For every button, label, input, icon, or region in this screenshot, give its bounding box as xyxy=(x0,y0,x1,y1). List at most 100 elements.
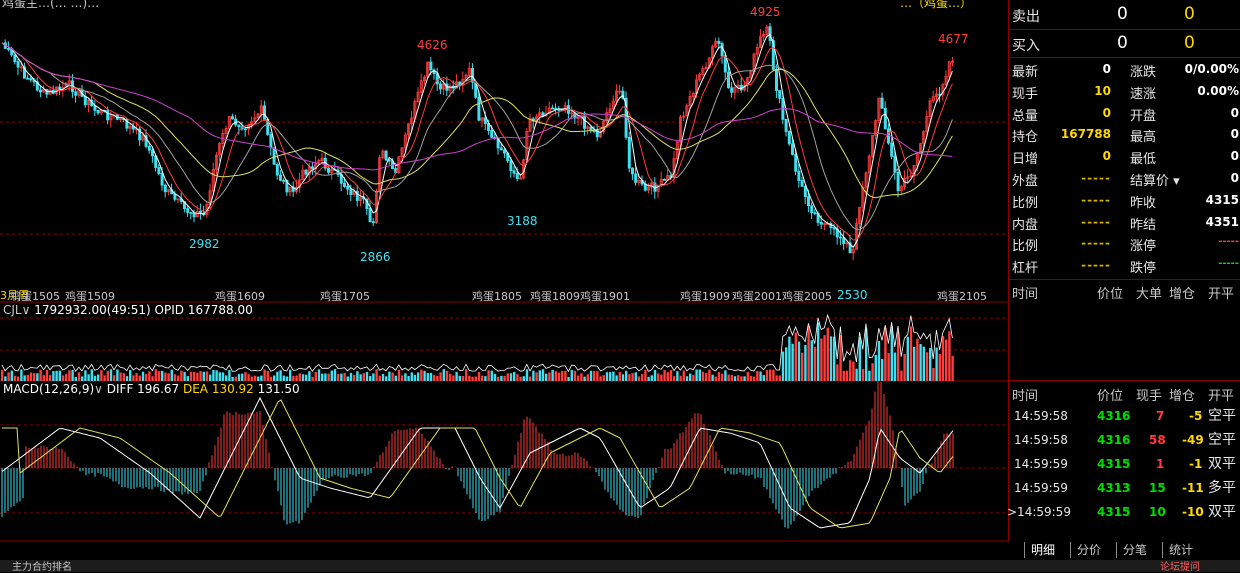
volume-bar xyxy=(404,373,407,381)
volume-bar xyxy=(641,374,644,381)
volume-bar xyxy=(330,370,333,381)
volume-bar xyxy=(125,376,129,381)
kline-canvas[interactable] xyxy=(0,0,1008,542)
volume-bar xyxy=(877,340,881,381)
volume-bar xyxy=(340,373,343,381)
column-header: 增仓 xyxy=(1169,287,1196,302)
trade-row[interactable]: 14:59:58 4316 58 -49 空平 xyxy=(1009,429,1240,451)
volume-bar xyxy=(337,373,340,381)
quote-value: 0 xyxy=(1102,62,1111,76)
volume-bar xyxy=(602,375,605,381)
volume-bar xyxy=(401,375,404,381)
volume-bar xyxy=(493,373,497,381)
volume-bar xyxy=(503,375,506,381)
tab-0[interactable]: 明细 xyxy=(1024,542,1061,558)
candle-body xyxy=(509,160,513,172)
candle-body xyxy=(198,210,202,214)
volume-bar xyxy=(532,370,535,381)
volume-bar xyxy=(647,376,650,381)
rank-link[interactable]: 主力合约排名 xyxy=(12,558,72,573)
volume-bar xyxy=(903,353,906,381)
volume-bar xyxy=(97,374,100,381)
volume-bar xyxy=(676,371,679,381)
volume-bar xyxy=(852,361,855,381)
volume-bar xyxy=(442,369,445,381)
volume-bar xyxy=(317,369,321,381)
tab-1[interactable]: 分价 xyxy=(1070,542,1107,558)
volume-bar xyxy=(285,376,289,381)
quote-label: 总量 xyxy=(1012,108,1039,124)
volume-bar xyxy=(164,372,167,381)
volume-bar xyxy=(669,370,673,381)
volume-bar xyxy=(596,371,599,381)
quote-value: ----- xyxy=(1081,214,1111,229)
volume-bar xyxy=(506,373,509,381)
trade-row[interactable]: 14:59:58 4316 7 -5 空平 xyxy=(1009,405,1240,427)
tab-2[interactable]: 分笔 xyxy=(1116,542,1153,558)
volume-bar xyxy=(324,373,327,381)
candle-body xyxy=(13,54,17,63)
quote-label: 跌停 xyxy=(1130,261,1157,277)
column-header: 时间 xyxy=(1012,389,1039,404)
volume-bar xyxy=(465,369,468,381)
volume-bar xyxy=(356,371,359,381)
quote-label: 持仓 xyxy=(1012,130,1039,146)
volume-bar xyxy=(497,376,500,381)
volume-bar xyxy=(650,375,653,381)
candle-body xyxy=(163,184,167,193)
quote-label[interactable]: 结算价 ▾ xyxy=(1130,170,1180,189)
candle-body xyxy=(7,48,11,50)
volume-indicator[interactable]: CJL xyxy=(3,303,22,317)
volume-bar xyxy=(737,375,740,381)
volume-bar xyxy=(545,373,548,381)
volume-bar xyxy=(685,376,689,381)
quote-label: 日增 xyxy=(1012,152,1039,168)
trade-row[interactable]: 14:59:59 4315 1 -1 双平 xyxy=(1009,453,1240,475)
volume-bar xyxy=(135,373,138,381)
tab-3[interactable]: 统计 xyxy=(1162,542,1199,558)
contract-label: 鸡蛋1509 xyxy=(65,290,115,303)
trade-type: 空平 xyxy=(1208,408,1236,424)
volume-bar xyxy=(145,374,148,381)
trade-volume: 7 xyxy=(1156,409,1165,423)
volume-bar xyxy=(177,375,180,381)
macd-indicator[interactable]: MACD(12,26,9) xyxy=(3,382,94,396)
volume-bar xyxy=(87,374,90,381)
trade-change: -49 xyxy=(1182,433,1204,447)
volume-bar xyxy=(429,372,433,381)
moving-average-line xyxy=(1,42,953,171)
candle-body xyxy=(794,154,798,172)
chevron-down-icon[interactable]: ∨ xyxy=(22,303,31,317)
quote-value: ----- xyxy=(1081,236,1111,251)
trade-row[interactable]: 14:59:59 4313 15 -11 多平 xyxy=(1009,477,1240,499)
candle-body xyxy=(490,130,494,138)
volume-bar xyxy=(273,375,276,381)
column-header: 大单 xyxy=(1136,287,1163,302)
chevron-down-icon[interactable]: ∨ xyxy=(94,382,103,396)
volume-bar xyxy=(93,375,97,381)
candle-body xyxy=(438,83,442,90)
buy-volume: 0 xyxy=(1184,33,1195,53)
volume-bar xyxy=(218,372,221,381)
volume-line xyxy=(1,313,953,373)
volume-bar xyxy=(487,370,490,381)
volume-bar xyxy=(388,371,391,381)
volume-bar xyxy=(100,370,103,381)
candle-body xyxy=(189,212,193,214)
quote-value: ----- xyxy=(1218,236,1239,248)
chart-area[interactable]: 鸡蛋主…(… …)… …（鸡蛋…） 4626 4925 4677 2982 28… xyxy=(0,0,1008,557)
forum-link[interactable]: 论坛提问 xyxy=(1160,558,1200,573)
volume-bar xyxy=(132,375,135,381)
volume-bar xyxy=(193,371,196,381)
candle-body xyxy=(778,90,782,99)
candle-body xyxy=(96,109,100,114)
quote-value: 0/0.00% xyxy=(1184,62,1239,76)
volume-bar xyxy=(775,375,778,381)
trade-row[interactable]: >14:59:59 4315 10 -10 双平 xyxy=(1007,501,1240,523)
volume-bar xyxy=(215,370,218,381)
quote-label: 最新 xyxy=(1012,65,1039,80)
trade-price: 4315 xyxy=(1097,505,1131,519)
volume-bar xyxy=(61,375,65,381)
volume-bar xyxy=(305,374,308,381)
volume-bar xyxy=(871,363,874,381)
